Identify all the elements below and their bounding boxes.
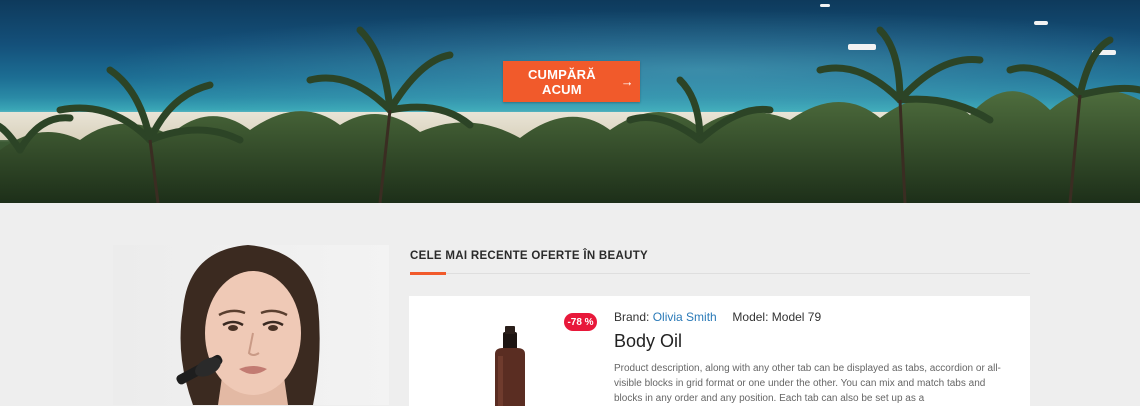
brand-link[interactable]: Olivia Smith xyxy=(653,310,717,324)
product-meta: Brand: Olivia Smith Model: Model 79 xyxy=(614,310,821,324)
section-title: CELE MAI RECENTE OFERTE ÎN BEAUTY xyxy=(410,250,648,262)
model-value: Model 79 xyxy=(771,310,822,324)
product-card[interactable]: -78 % Brand: Olivia Smith Model: Model 7… xyxy=(409,296,1030,406)
product-name[interactable]: Body Oil xyxy=(614,331,682,352)
shop-now-label: CUMPĂRĂ ACUM xyxy=(527,66,596,97)
product-description: Product description, along with any othe… xyxy=(614,363,1001,404)
model-portrait xyxy=(176,245,320,405)
title-underline xyxy=(410,272,446,275)
brand-label: Brand: xyxy=(614,310,650,324)
product-image[interactable] xyxy=(479,326,539,406)
model-label: Model: xyxy=(732,310,769,324)
discount-badge: -78 % xyxy=(564,313,597,331)
shop-now-button[interactable]: CUMPĂRĂ ACUM → xyxy=(503,61,640,102)
beauty-promo-image[interactable] xyxy=(113,245,389,405)
arrow-right-icon: → xyxy=(620,74,634,89)
section-divider xyxy=(446,273,1030,274)
hero-banner: CUMPĂRĂ ACUM → xyxy=(0,0,1140,203)
